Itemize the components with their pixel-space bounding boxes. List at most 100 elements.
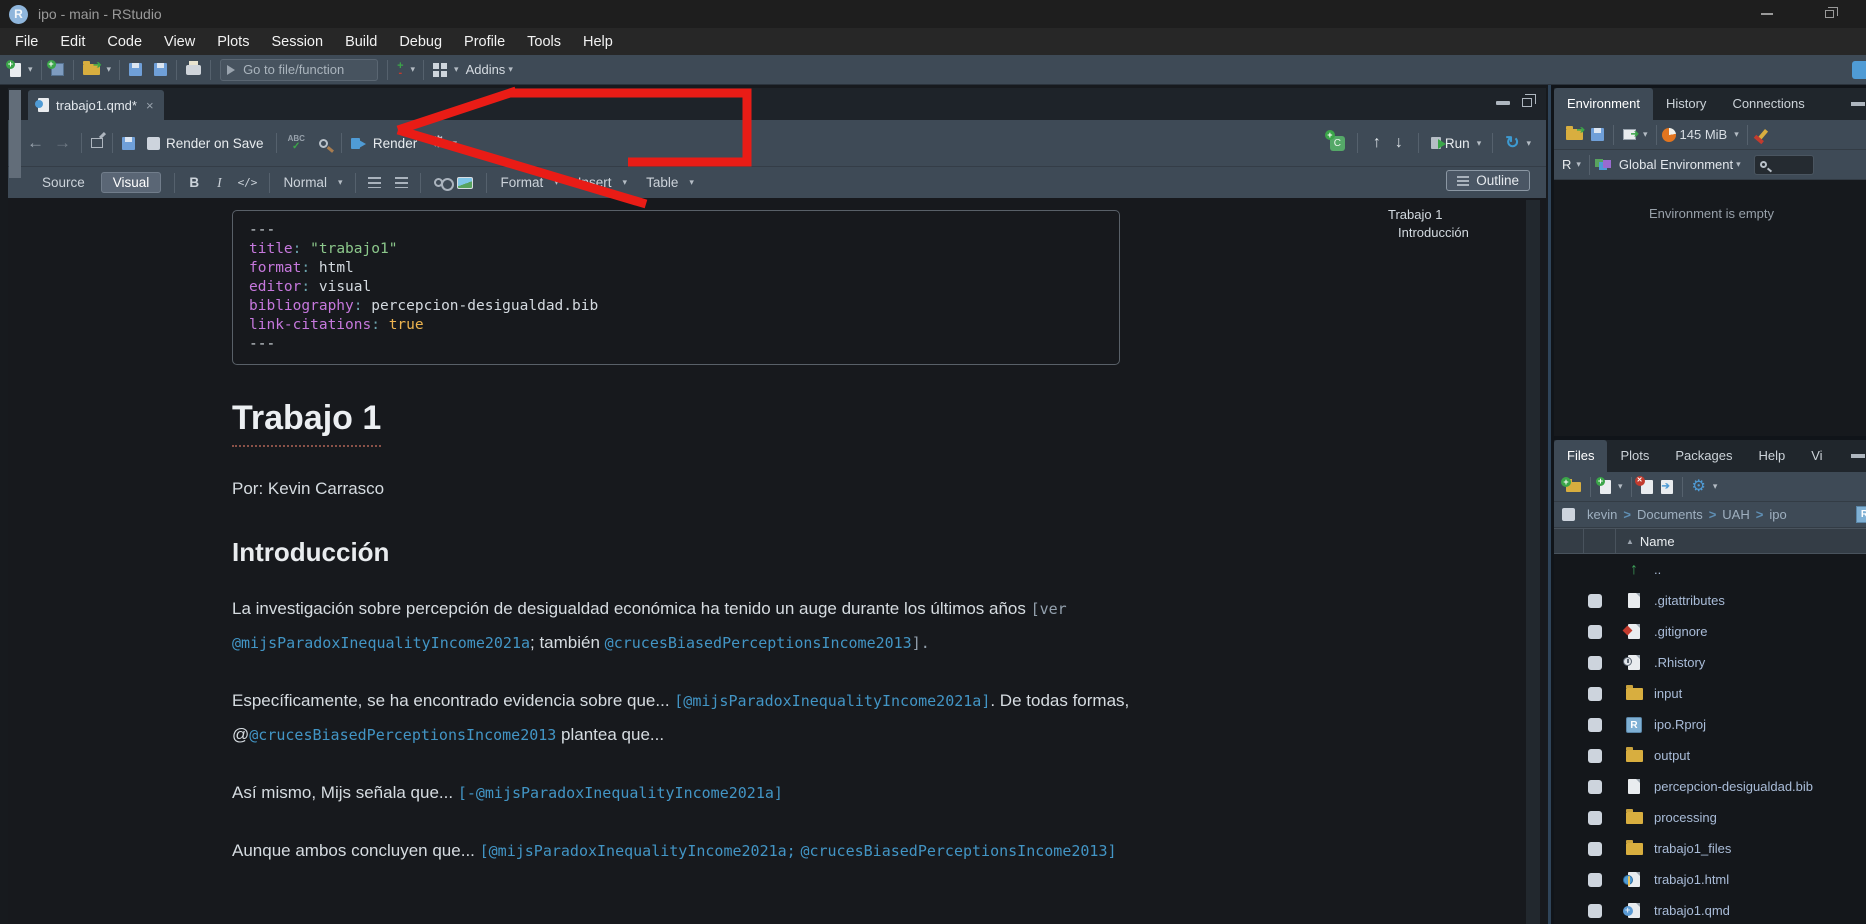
tab-help[interactable]: Help bbox=[1745, 440, 1798, 472]
pane-maximize-icon[interactable] bbox=[1522, 98, 1532, 107]
row-checkbox[interactable] bbox=[1588, 873, 1602, 887]
files-more-button[interactable] bbox=[1688, 475, 1710, 499]
insert-menu[interactable]: Insert bbox=[570, 175, 620, 190]
save-all-button[interactable] bbox=[146, 58, 171, 82]
citation-link[interactable]: @crucesBiasedPerceptionsIncome2013 bbox=[605, 634, 912, 652]
run-button[interactable]: Run bbox=[1427, 131, 1474, 155]
workspace-panes-button[interactable] bbox=[429, 58, 451, 82]
import-dataset-button[interactable] bbox=[1619, 123, 1640, 147]
clear-objects-broom-icon[interactable] bbox=[1758, 129, 1768, 140]
delete-file-button[interactable] bbox=[1637, 475, 1657, 499]
outline-toggle-button[interactable]: Outline bbox=[1446, 170, 1530, 191]
paragraph-style-select[interactable]: Normal bbox=[275, 175, 335, 190]
table-menu-caret[interactable] bbox=[686, 177, 697, 188]
code-button[interactable]: </> bbox=[231, 176, 265, 189]
breadcrumb-ipo[interactable]: ipo bbox=[1769, 507, 1786, 522]
row-checkbox[interactable] bbox=[1588, 749, 1602, 763]
menu-view[interactable]: View bbox=[153, 34, 206, 50]
table-menu[interactable]: Table bbox=[638, 175, 686, 190]
new-file-button[interactable] bbox=[6, 58, 25, 82]
open-recent-dropdown[interactable] bbox=[104, 64, 115, 75]
tab-connections[interactable]: Connections bbox=[1719, 88, 1817, 120]
italic-button[interactable]: I bbox=[208, 175, 231, 191]
tab-packages[interactable]: Packages bbox=[1662, 440, 1745, 472]
image-button[interactable] bbox=[457, 177, 473, 189]
pane-minimize-icon[interactable] bbox=[1851, 102, 1865, 106]
insert-menu-caret[interactable] bbox=[620, 177, 631, 188]
menu-code[interactable]: Code bbox=[96, 34, 153, 50]
editor-scrollbar[interactable] bbox=[1526, 200, 1540, 924]
render-button[interactable] bbox=[347, 131, 367, 155]
render-on-save-checkbox[interactable] bbox=[147, 137, 160, 150]
memory-dropdown[interactable] bbox=[1731, 129, 1742, 140]
paragraph-style-caret[interactable] bbox=[335, 177, 346, 188]
tab-history[interactable]: History bbox=[1653, 88, 1719, 120]
menu-profile[interactable]: Profile bbox=[453, 34, 516, 50]
menu-edit[interactable]: Edit bbox=[49, 34, 96, 50]
row-checkbox[interactable] bbox=[1588, 842, 1602, 856]
outline-item-introduccion[interactable]: Introducción bbox=[1388, 224, 1528, 242]
clipped-toolbar-icon[interactable] bbox=[1852, 61, 1866, 79]
row-checkbox[interactable] bbox=[1588, 594, 1602, 608]
language-dropdown[interactable] bbox=[1573, 159, 1584, 170]
run-previous-button[interactable] bbox=[1366, 134, 1388, 152]
bullet-list-button[interactable] bbox=[368, 177, 381, 188]
file-row[interactable]: input bbox=[1554, 678, 1866, 709]
citation-link[interactable]: @crucesBiasedPerceptionsIncome2013] bbox=[800, 842, 1116, 860]
tab-trabajo1-qmd[interactable]: trabajo1.qmd* × bbox=[28, 90, 164, 120]
insert-chunk-button[interactable] bbox=[1326, 131, 1349, 155]
new-blank-file-button[interactable] bbox=[1596, 475, 1615, 499]
menu-file[interactable]: File bbox=[4, 34, 49, 50]
breadcrumb-uah[interactable]: UAH bbox=[1722, 507, 1749, 522]
publish-dropdown[interactable] bbox=[1523, 138, 1534, 149]
render-settings-button[interactable] bbox=[427, 131, 449, 155]
menu-tools[interactable]: Tools bbox=[516, 34, 572, 50]
menu-session[interactable]: Session bbox=[260, 34, 334, 50]
tab-plots[interactable]: Plots bbox=[1607, 440, 1662, 472]
r-language-label[interactable]: R bbox=[1562, 157, 1571, 172]
file-row[interactable]: percepcion-desigualdad.bib bbox=[1554, 771, 1866, 802]
run-dropdown[interactable] bbox=[1474, 138, 1485, 149]
link-button[interactable] bbox=[434, 178, 443, 187]
file-row[interactable]: trabajo1_files bbox=[1554, 833, 1866, 864]
numbered-list-button[interactable] bbox=[395, 177, 408, 188]
row-checkbox[interactable] bbox=[1588, 656, 1602, 670]
r-project-icon[interactable] bbox=[1856, 506, 1866, 523]
name-column-header[interactable]: Name bbox=[1640, 534, 1675, 549]
menu-build[interactable]: Build bbox=[334, 34, 388, 50]
row-checkbox[interactable] bbox=[1588, 687, 1602, 701]
tab-environment[interactable]: Environment bbox=[1554, 88, 1653, 120]
paragraph-4[interactable]: Aunque ambos concluyen que... [@mijsPara… bbox=[232, 834, 1142, 868]
file-row[interactable]: .Rhistory bbox=[1554, 647, 1866, 678]
paragraph-1[interactable]: La investigación sobre percepción de des… bbox=[232, 592, 1142, 660]
format-menu[interactable]: Format bbox=[492, 175, 551, 190]
spellcheck-button[interactable] bbox=[282, 131, 311, 155]
new-blank-file-dropdown[interactable] bbox=[1615, 481, 1626, 492]
find-replace-button[interactable] bbox=[311, 131, 336, 155]
file-row[interactable]: trabajo1.qmd bbox=[1554, 895, 1866, 924]
open-in-new-window-button[interactable] bbox=[87, 131, 107, 155]
outline-item-trabajo1[interactable]: Trabajo 1 bbox=[1388, 206, 1528, 224]
pane-minimize-icon[interactable] bbox=[1851, 454, 1865, 458]
file-row[interactable]: .gitattributes bbox=[1554, 585, 1866, 616]
addins-menu[interactable]: Addins bbox=[466, 62, 516, 77]
publish-button[interactable] bbox=[1501, 131, 1523, 155]
citation-link[interactable]: @crucesBiasedPerceptionsIncome2013 bbox=[249, 726, 556, 744]
run-next-button[interactable] bbox=[1388, 134, 1410, 152]
tab-viewer[interactable]: Vi bbox=[1798, 440, 1835, 472]
environment-scope-dropdown[interactable] bbox=[1733, 159, 1744, 170]
citation-link[interactable]: @mijsParadoxInequalityIncome2021a bbox=[232, 634, 530, 652]
visual-mode-button[interactable]: Visual bbox=[101, 172, 162, 193]
tab-files[interactable]: Files bbox=[1554, 440, 1607, 472]
save-document-button[interactable] bbox=[118, 131, 139, 155]
menu-plots[interactable]: Plots bbox=[206, 34, 260, 50]
back-button[interactable] bbox=[22, 133, 49, 153]
row-checkbox[interactable] bbox=[1588, 904, 1602, 918]
version-control-dropdown[interactable] bbox=[408, 64, 419, 75]
file-row[interactable]: processing bbox=[1554, 802, 1866, 833]
sort-ascending-icon[interactable] bbox=[1626, 537, 1634, 546]
bold-button[interactable]: B bbox=[180, 175, 208, 190]
menu-debug[interactable]: Debug bbox=[388, 34, 453, 50]
print-button[interactable] bbox=[182, 58, 205, 82]
row-checkbox[interactable] bbox=[1588, 811, 1602, 825]
